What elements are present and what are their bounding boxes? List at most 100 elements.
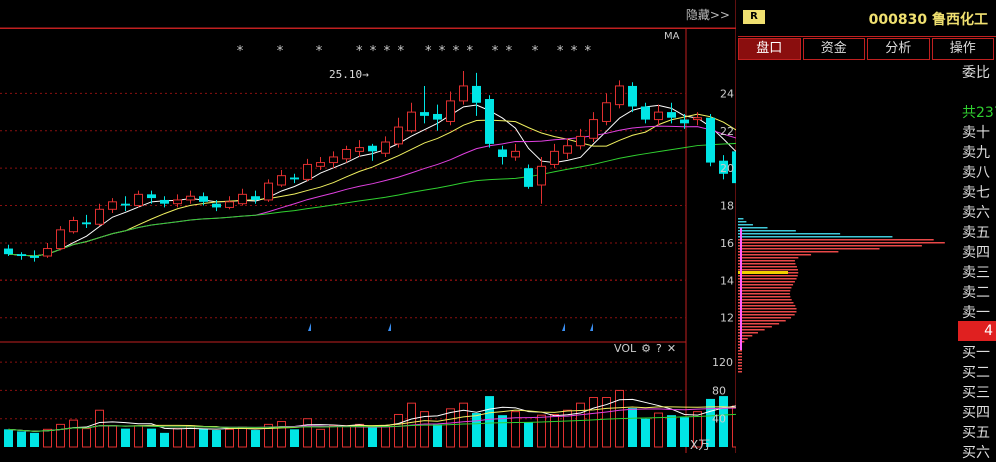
cost-bar	[738, 284, 794, 286]
cost-bar	[738, 251, 839, 253]
buy-level-label: 买一	[962, 345, 990, 361]
volume-bar	[329, 425, 338, 448]
cost-bar	[738, 254, 812, 256]
volume-bar	[485, 396, 494, 447]
current-price-value: 4	[984, 323, 993, 339]
cost-bar	[738, 281, 795, 283]
volume-bar	[628, 408, 637, 447]
candle	[420, 85, 429, 124]
volume-bar	[147, 428, 156, 447]
cost-bar	[738, 356, 742, 358]
tab-funds[interactable]: 资金	[802, 38, 865, 60]
cost-bar	[738, 287, 792, 289]
signal-arrow-icon	[308, 323, 311, 331]
volume-tick-label: 80	[712, 384, 726, 397]
candle	[563, 138, 572, 159]
cost-bar	[738, 350, 742, 352]
order-total-label: 共237	[962, 105, 996, 121]
high-price-annotation: 25.10→	[329, 68, 369, 81]
cost-bar	[738, 236, 893, 238]
volume-bar	[160, 432, 169, 447]
hide-button[interactable]: 隐藏>>	[686, 6, 730, 23]
sell-level-label: 卖四	[962, 245, 990, 261]
candle	[602, 93, 611, 126]
help-icon[interactable]: ?	[656, 342, 662, 355]
volume-bar	[394, 413, 403, 448]
sell-level-label: 卖七	[962, 185, 990, 201]
cost-bar	[738, 305, 796, 307]
cost-bar	[738, 239, 934, 241]
price-tick-label: 24	[720, 87, 734, 100]
volume-bar	[537, 414, 546, 448]
volume-bar	[550, 413, 559, 448]
cost-bar	[738, 359, 742, 361]
cost-bar	[738, 302, 794, 304]
volume-bar	[667, 415, 676, 447]
cost-bar	[738, 338, 748, 340]
cost-bar	[738, 260, 795, 262]
sell-level-label: 卖一	[962, 305, 990, 321]
signal-star: **	[491, 44, 519, 59]
volume-title[interactable]: VOL	[614, 342, 636, 355]
candle	[654, 104, 663, 126]
kline-chart[interactable]: * * * **** **** ** * *** 242220181614121208040 …	[0, 0, 736, 453]
signal-arrow-icon	[388, 323, 391, 331]
candle	[472, 72, 481, 116]
candle	[95, 203, 104, 227]
volume-tick-label: 40	[712, 413, 726, 426]
price-tick-label: 22	[720, 125, 734, 138]
sell-level-label: 卖三	[962, 265, 990, 281]
volume-tick-label: 120	[712, 356, 733, 369]
cost-bar	[738, 296, 791, 298]
buy-level-label: 买三	[962, 385, 990, 401]
sell-level-label: 卖二	[962, 285, 990, 301]
cost-bar	[738, 314, 795, 316]
candle	[238, 188, 247, 206]
cost-bar	[738, 230, 796, 232]
gear-icon[interactable]: ⚙	[641, 342, 651, 355]
volume-bar	[225, 428, 234, 448]
chart-topbar: 隐藏>>	[0, 0, 736, 29]
candle	[303, 158, 312, 182]
signal-star: *	[236, 44, 250, 59]
avg-cost-marker	[738, 271, 788, 274]
cost-bar	[738, 371, 742, 373]
volume-bar	[4, 429, 13, 447]
candle	[394, 117, 403, 148]
candle	[446, 91, 455, 126]
cost-distribution-chart	[738, 218, 945, 373]
cost-bar	[738, 218, 744, 220]
close-icon[interactable]: ✕	[667, 342, 676, 355]
volume-bar	[134, 425, 143, 448]
tab-operation[interactable]: 操作	[931, 38, 994, 60]
tab-handicap[interactable]: 盘口	[738, 38, 801, 60]
candle	[225, 196, 234, 210]
candle	[693, 112, 702, 126]
candle	[342, 145, 351, 163]
order-ratio-label: 委比	[962, 65, 990, 81]
current-price-marker: 4	[958, 321, 996, 341]
volume-bar	[498, 415, 507, 447]
candle	[667, 102, 676, 124]
candle	[108, 198, 117, 214]
volume-bar	[199, 428, 208, 447]
volume-bar	[303, 418, 312, 448]
candle	[485, 95, 494, 148]
candle	[589, 112, 598, 143]
cost-bar	[738, 368, 742, 370]
volume-bar	[680, 417, 689, 447]
cost-bar	[738, 248, 880, 250]
tab-analysis[interactable]: 分析	[867, 38, 930, 60]
cost-bar	[738, 266, 797, 268]
candle	[355, 140, 364, 157]
cost-bar	[738, 269, 798, 271]
cost-bar	[738, 227, 768, 229]
candle	[251, 190, 260, 204]
signal-star: *	[531, 44, 545, 59]
candle	[121, 196, 130, 212]
candle	[381, 136, 390, 157]
cost-bar	[738, 221, 747, 223]
candle	[56, 226, 65, 251]
stock-header: R 000830 鲁西化工	[738, 0, 996, 37]
volume-bar	[173, 428, 182, 448]
